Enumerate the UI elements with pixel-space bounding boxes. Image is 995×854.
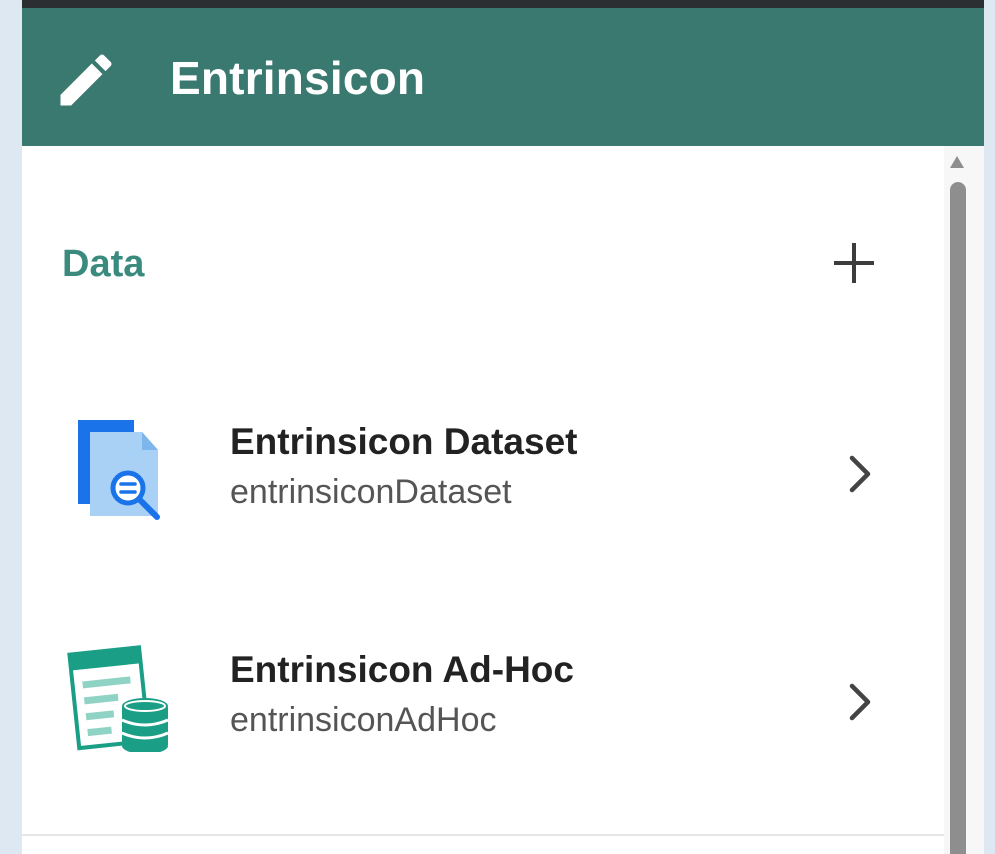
item-subtitle: entrinsiconDataset bbox=[230, 473, 512, 511]
entrinsicon-panel: Entrinsicon Data Entrinsicon Dataset ent… bbox=[22, 8, 984, 854]
dataset-search-icon bbox=[78, 420, 160, 520]
panel-title: Entrinsicon bbox=[170, 52, 426, 104]
adhoc-database-icon bbox=[67, 645, 169, 752]
item-subtitle: entrinsiconAdHoc bbox=[230, 701, 497, 739]
chevron-right-icon[interactable] bbox=[840, 680, 880, 724]
item-title: Entrinsicon Dataset bbox=[230, 421, 578, 462]
chevron-right-icon[interactable] bbox=[840, 452, 880, 496]
list-item-entrinsicon-adhoc[interactable]: Entrinsicon Ad-Hoc entrinsiconAdHoc bbox=[22, 600, 944, 800]
section-title: Data bbox=[62, 243, 145, 285]
window-top-edge bbox=[22, 0, 984, 8]
scrollbar-thumb[interactable] bbox=[950, 182, 966, 854]
list-item-entrinsicon-dataset[interactable]: Entrinsicon Dataset entrinsiconDataset bbox=[22, 372, 944, 572]
item-title: Entrinsicon Ad-Hoc bbox=[230, 649, 574, 690]
pencil-icon[interactable] bbox=[52, 46, 120, 114]
panel-header: Entrinsicon bbox=[22, 8, 984, 146]
divider bbox=[22, 834, 944, 836]
plus-icon bbox=[834, 243, 874, 283]
add-data-button[interactable] bbox=[828, 237, 880, 289]
scroll-up-arrow-icon[interactable] bbox=[948, 154, 966, 170]
